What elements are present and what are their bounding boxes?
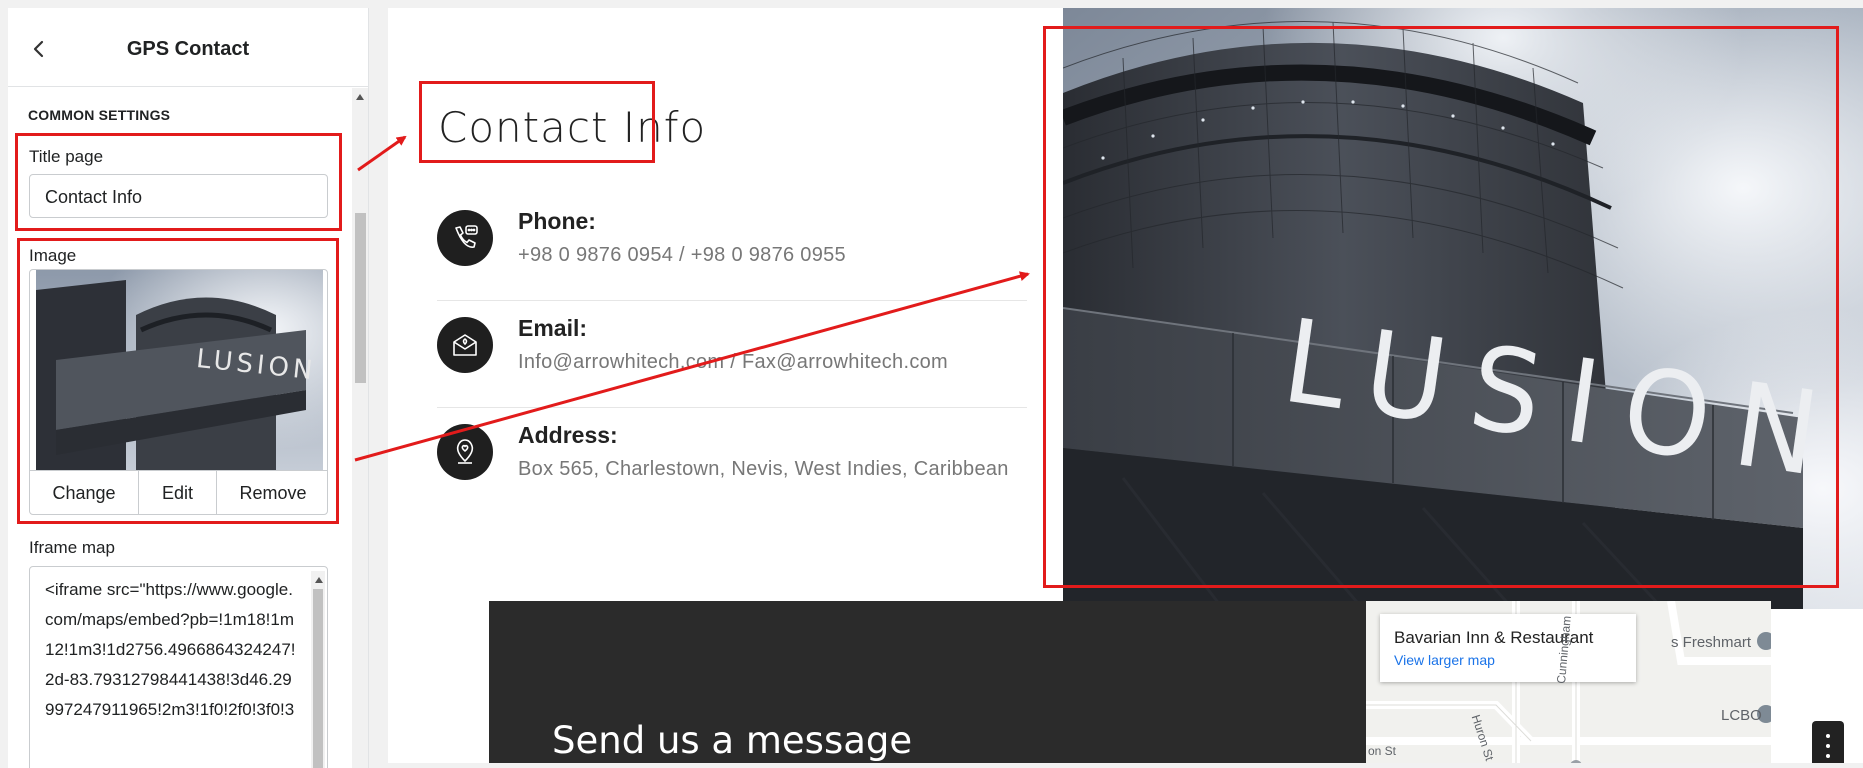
image-actions: Change Edit Remove — [30, 470, 327, 514]
more-options-icon[interactable] — [1812, 721, 1844, 763]
map-label: LCBO — [1721, 707, 1762, 724]
phone-heading: Phone: — [518, 208, 596, 234]
contact-item-address: Address: Box 565, Charlestown, Nevis, We… — [437, 408, 1027, 515]
view-larger-map-link[interactable]: View larger map — [1394, 652, 1495, 668]
address-text: Box 565, Charlestown, Nevis, West Indies… — [518, 458, 1009, 480]
change-image-button[interactable]: Change — [30, 471, 139, 514]
email-heading: Email: — [518, 315, 588, 341]
map-place-card: Bavarian Inn & Restaurant View larger ma… — [1380, 614, 1636, 682]
address-heading: Address: — [518, 422, 618, 448]
image-thumbnail: LUSION — [36, 270, 323, 470]
iframe-map-textarea[interactable]: <iframe src="https://www.google.com/maps… — [29, 566, 328, 768]
location-icon — [437, 424, 493, 480]
phone-text: +98 0 9876 0954 / +98 0 9876 0955 — [518, 244, 846, 266]
send-message-title: Send us a message — [552, 719, 913, 762]
message-section: Send us a message — [489, 601, 1366, 763]
contact-hero-image: LUSION — [1063, 8, 1863, 609]
panel-content: COMMON SETTINGS Title page Contact Info … — [8, 88, 368, 768]
panel-header: GPS Contact — [8, 8, 368, 87]
image-label: Image — [29, 246, 77, 265]
image-picker: LUSION Change Edit Remove — [29, 269, 328, 515]
map-label: s Freshmart — [1671, 634, 1752, 651]
contact-page-title: Contact Info — [438, 103, 707, 152]
section-label: COMMON SETTINGS — [28, 107, 171, 123]
settings-panel: GPS Contact COMMON SETTINGS Title page C… — [8, 8, 369, 768]
textarea-scrollbar[interactable] — [311, 571, 325, 768]
scroll-up-arrow-icon[interactable] — [356, 94, 364, 100]
contact-item-phone: Phone: +98 0 9876 0954 / +98 0 9876 0955 — [437, 194, 1027, 301]
store-preview: Contact Info Phone: +98 0 9876 0954 / +9… — [388, 8, 1863, 763]
edit-image-button[interactable]: Edit — [139, 471, 217, 514]
mail-icon — [437, 317, 493, 373]
embedded-map[interactable]: Bavarian Inn & Restaurant View larger ma… — [1366, 601, 1771, 763]
phone-icon — [437, 210, 493, 266]
scrollbar-thumb[interactable] — [355, 213, 366, 383]
title-page-input[interactable]: Contact Info — [29, 174, 328, 218]
map-label: on St — [1368, 744, 1397, 758]
title-page-label: Title page — [29, 147, 104, 166]
iframe-map-label: Iframe map — [29, 538, 115, 557]
contact-item-email: Email: Info@arrowhitech.com / Fax@arrowh… — [437, 301, 1027, 408]
panel-title: GPS Contact — [126, 38, 250, 60]
scroll-up-arrow-icon[interactable] — [315, 577, 323, 583]
email-text: Info@arrowhitech.com / Fax@arrowhitech.c… — [518, 351, 949, 373]
panel-scrollbar[interactable] — [352, 88, 368, 768]
iframe-map-value: <iframe src="https://www.google.com/maps… — [45, 580, 296, 719]
remove-image-button[interactable]: Remove — [217, 471, 327, 514]
